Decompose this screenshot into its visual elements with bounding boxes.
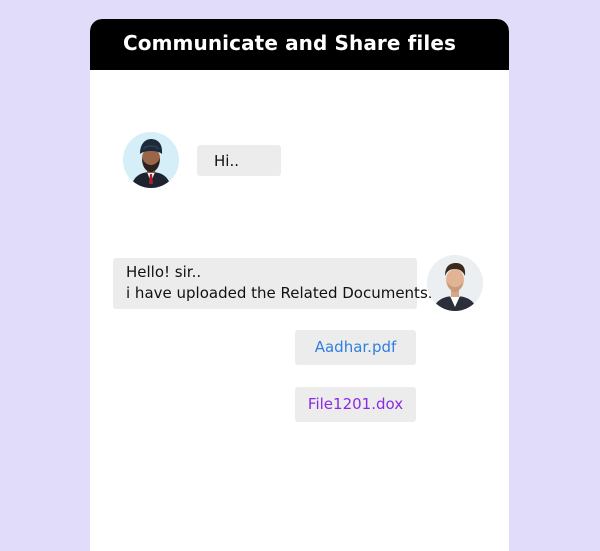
card-title: Communicate and Share files	[123, 31, 456, 55]
incoming-message-text: Hi..	[214, 152, 239, 170]
outgoing-message-line-2: i have uploaded the Related Documents.	[126, 284, 433, 302]
user-avatar	[427, 255, 483, 311]
sender-avatar	[123, 132, 179, 188]
chat-card: Communicate and Share files Hi.. Hello! …	[90, 19, 509, 551]
attachment-aadhar-pdf[interactable]: Aadhar.pdf	[295, 330, 416, 365]
outgoing-message-line-1: Hello! sir..	[126, 263, 202, 281]
incoming-message-bubble: Hi..	[197, 145, 281, 176]
card-header: Communicate and Share files	[90, 19, 509, 70]
attachment-file1201-dox[interactable]: File1201.dox	[295, 387, 416, 422]
outgoing-message-bubble: Hello! sir.. i have uploaded the Related…	[113, 258, 433, 309]
